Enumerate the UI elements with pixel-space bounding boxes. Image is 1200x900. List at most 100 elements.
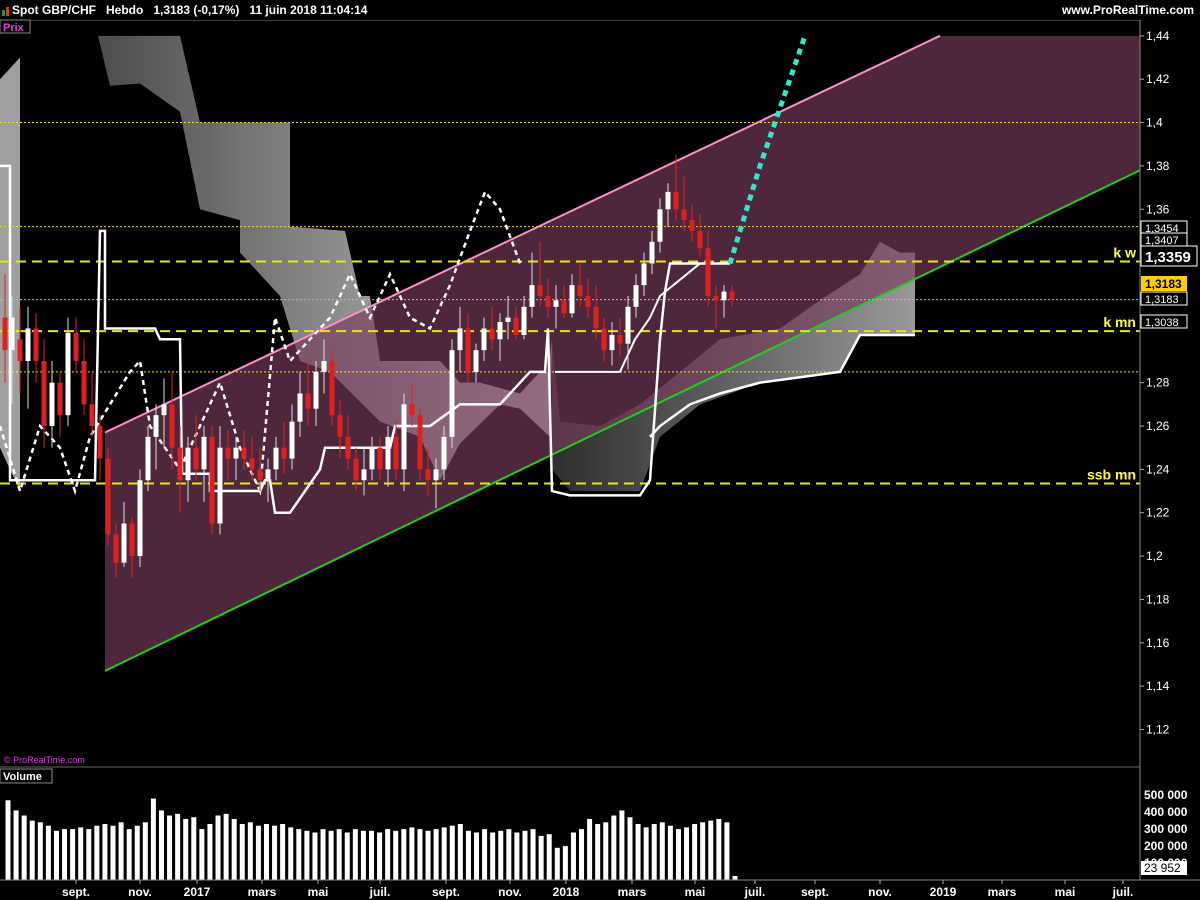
volume-bar [684,827,690,880]
volume-bar [716,818,722,880]
candle-body [369,447,375,470]
candle-body [433,469,439,481]
volume-bar [377,832,383,880]
volume-bar [579,829,585,880]
candle-body [457,328,463,351]
volume-bar [118,822,124,880]
volume-bar [13,810,19,880]
candle-body [297,393,303,422]
x-tick-label: mai [1055,885,1076,899]
x-tick-label: mai [308,885,329,899]
candle-body [153,415,159,437]
candle-body [441,436,447,470]
volume-bar [231,818,237,880]
candle-body [57,382,63,416]
candle-body [321,360,327,372]
volume-bar [352,829,358,880]
y-tick-label: 1,42 [1146,72,1170,86]
candle-body [73,332,79,361]
x-tick-label: nov. [128,885,152,899]
volume-bar [167,815,173,880]
volume-bar [659,822,665,880]
volume-bar [425,830,431,880]
watermark: © ProRealTime.com [4,755,85,765]
candle-body [521,306,527,335]
candle-body [617,334,623,344]
volume-bar [457,824,463,880]
candle-body [113,534,119,563]
y-tick-label: 1,28 [1146,376,1170,390]
volume-last-value: 23 952 [1144,861,1181,875]
x-tick-label: sept. [432,885,460,899]
volume-bar [595,824,601,880]
candle-body [393,436,399,470]
candle-body [689,220,695,231]
volume-bar [110,825,116,880]
candle-body [385,436,391,470]
volume-bar [37,822,43,880]
candle-body [425,469,431,481]
candle-body [2,317,8,351]
y-tick-label: 1,44 [1146,29,1170,43]
candle-body [561,300,567,314]
volume-bars [5,798,738,880]
volume-bar [401,829,407,880]
chart-canvas[interactable]: 1,44 1,42 1,4 1,38 1,36 1,28 1,26 1,24 1,22 1,2 1,… [0,0,1200,900]
candle-body [25,328,31,361]
volume-bar [158,810,164,880]
candle-body [241,447,247,459]
candle-body [681,209,687,221]
volume-bar [409,827,415,880]
candle-body [265,469,271,481]
candle-body [609,334,615,351]
candle-body [169,404,175,448]
y-tick-label: 1,24 [1146,462,1170,476]
candle-body [641,263,647,286]
x-tick-label: sept. [801,885,829,899]
volume-bar [570,832,576,880]
x-tick-label: mai [685,885,706,899]
volume-bar [21,815,27,880]
candle-body [665,191,671,210]
candle-body [473,350,479,372]
candle-body [545,295,551,307]
candle-body [41,360,47,427]
y-tick-label: 1,12 [1146,722,1170,736]
volume-bar [514,832,520,880]
volume-bar [247,822,253,880]
price-axis-bg [1140,20,1200,900]
x-tick-label: 2018 [553,885,580,899]
volume-bar [627,817,633,880]
volume-bar [667,825,673,880]
candle-body [225,447,231,459]
candle-body [49,382,55,427]
vol-tick-label: 300 000 [1144,822,1188,836]
candle-body [537,285,543,296]
candle-body [81,360,87,405]
volume-bar [53,830,59,880]
volume-bar [336,829,342,880]
candle-body [481,328,487,351]
volume-bar [465,830,471,880]
candle-body [89,404,95,427]
volume-bar [474,832,480,880]
y-tick-label: 1,18 [1146,592,1170,606]
volume-bar [86,829,92,880]
volume-bar [724,822,730,880]
candle-body [65,332,71,416]
x-tick-label: 2017 [184,885,211,899]
candle-body [145,436,151,481]
volume-bar [441,827,447,880]
price-tag-label: 1,3407 [1145,235,1179,247]
price-tag-label: 1,3183 [1145,294,1179,306]
candle-body [313,371,319,409]
volume-bar [94,825,100,880]
vol-tick-label: 500 000 [1144,788,1188,802]
volume-bar [603,822,609,880]
candle-body [217,447,223,524]
volume-bar [360,830,366,880]
x-tick-label: 2019 [930,885,957,899]
volume-bar [312,832,318,880]
price-tag-label: 1,3183 [1145,277,1182,291]
volume-bar [207,824,213,880]
